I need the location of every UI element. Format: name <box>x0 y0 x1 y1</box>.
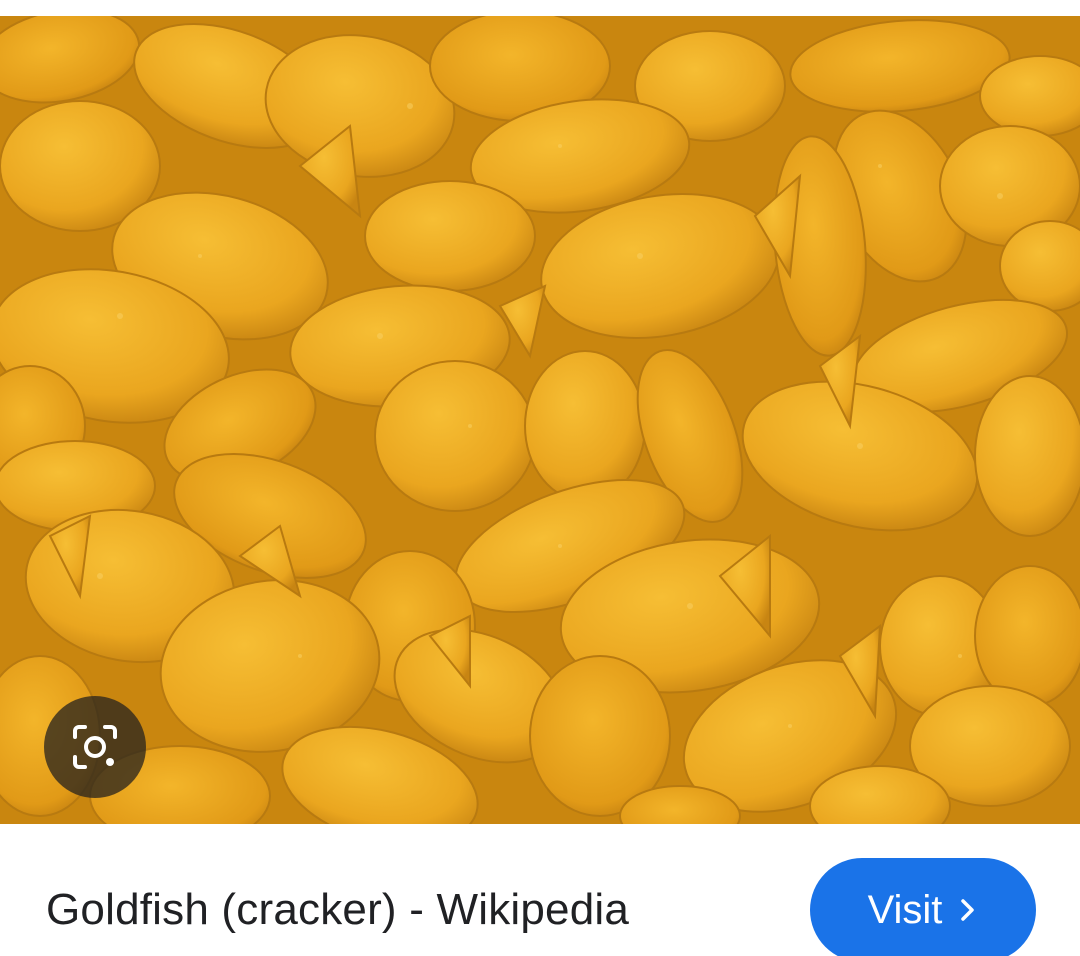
visit-button[interactable]: Visit <box>810 858 1036 956</box>
camera-lens-icon <box>73 725 117 769</box>
image-result-view: Goldfish (cracker) - Wikipedia Visit <box>0 0 1080 956</box>
lens-search-button[interactable] <box>44 696 146 798</box>
result-title[interactable]: Goldfish (cracker) - Wikipedia <box>46 882 629 938</box>
result-image[interactable] <box>0 16 1080 824</box>
crackers-photo <box>0 16 1080 824</box>
visit-label: Visit <box>867 888 943 932</box>
chevron-right-icon <box>961 899 975 921</box>
